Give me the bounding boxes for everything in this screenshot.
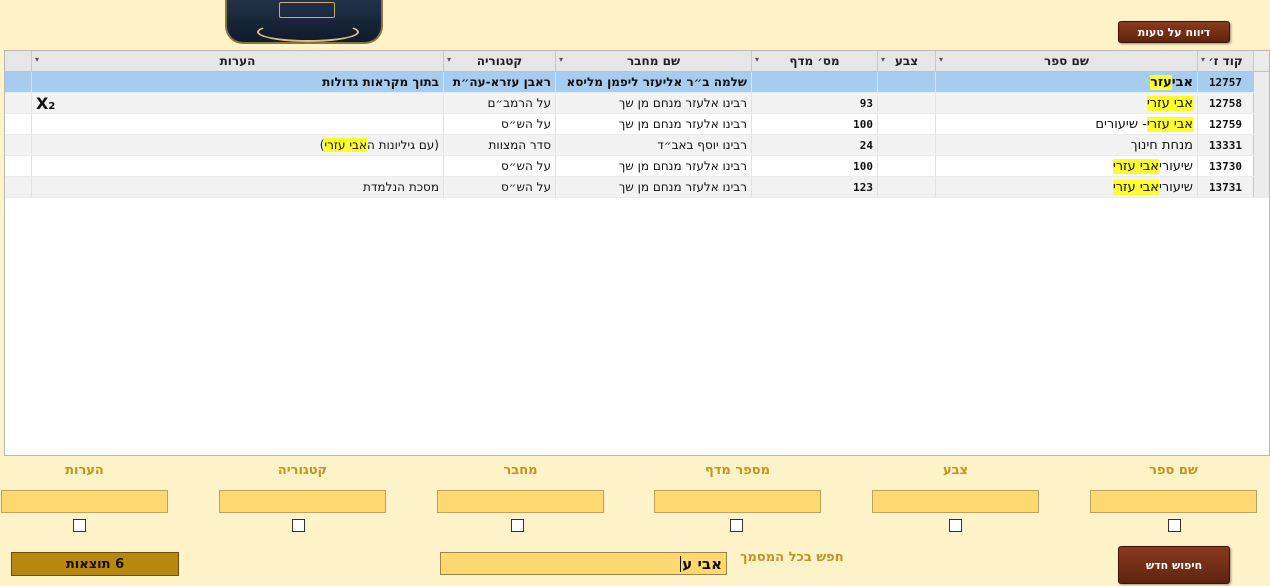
excel-icon[interactable]: X2 bbox=[36, 94, 55, 113]
column-header-author[interactable]: שם מחבר ▾ bbox=[555, 51, 751, 71]
filter-checkbox-color[interactable] bbox=[949, 519, 962, 532]
row-selector[interactable] bbox=[1253, 72, 1269, 92]
notes-cell: X2 bbox=[31, 93, 443, 113]
app-logo bbox=[225, 0, 383, 44]
column-header-code[interactable]: קוד ז׳ ▾ bbox=[1197, 51, 1253, 71]
filter-input-notes[interactable] bbox=[1, 490, 168, 513]
table-header: קוד ז׳ ▾ שם ספר ▾ צבע ▾ מס׳ מדף ▾ שם מחב… bbox=[5, 51, 1269, 72]
row-selector[interactable] bbox=[1253, 93, 1269, 113]
sort-icon[interactable]: ▾ bbox=[1201, 55, 1205, 64]
dropdown-arrow-icon[interactable]: ▾ bbox=[755, 55, 759, 64]
row-selector-header[interactable] bbox=[1253, 51, 1269, 71]
row-selector[interactable] bbox=[1253, 156, 1269, 176]
book-name-cell: אבי עזר bbox=[935, 72, 1197, 92]
row-selector[interactable] bbox=[1253, 114, 1269, 134]
filter-input-category[interactable] bbox=[219, 490, 386, 513]
global-search-input[interactable]: אבי ע bbox=[440, 552, 727, 575]
filter-input-author[interactable] bbox=[437, 490, 604, 513]
filter-label-book: שם ספר bbox=[1149, 463, 1198, 478]
filter-checkbox-category[interactable] bbox=[292, 519, 305, 532]
column-header-category[interactable]: קטגוריה ▾ bbox=[443, 51, 555, 71]
global-search-label: חפש בכל המסמך bbox=[740, 550, 844, 565]
results-table: קוד ז׳ ▾ שם ספר ▾ צבע ▾ מס׳ מדף ▾ שם מחב… bbox=[4, 50, 1270, 456]
table-row[interactable]: 12758 אבי עזרי 93 רבינו אלעזר מנחם מן שך… bbox=[5, 93, 1269, 114]
filter-label-shelf: מספר מדף bbox=[705, 463, 770, 478]
report-error-button[interactable]: דיווח על טעות bbox=[1118, 21, 1230, 43]
results-count: 6 תוצאות bbox=[11, 552, 179, 576]
filter-checkbox-book[interactable] bbox=[1168, 519, 1181, 532]
dropdown-arrow-icon[interactable]: ▾ bbox=[447, 55, 451, 64]
row-selector[interactable] bbox=[1253, 135, 1269, 155]
column-header-book[interactable]: שם ספר ▾ bbox=[935, 51, 1197, 71]
new-search-button[interactable]: חיפוש חדש bbox=[1118, 546, 1230, 584]
table-row[interactable]: 13331 מנחת חינוך 24 רבינו יוסף באב״ד סדר… bbox=[5, 135, 1269, 156]
book-name-cell: שיעורי אבי עזרי bbox=[935, 177, 1197, 197]
row-selector[interactable] bbox=[1253, 177, 1269, 197]
notes-cell: (עם גיליונות ה אבי עזרי) bbox=[31, 135, 443, 155]
filter-checkbox-shelf[interactable] bbox=[730, 519, 743, 532]
book-name-cell: אבי עזרי - שיעורים bbox=[935, 114, 1197, 134]
dropdown-arrow-icon[interactable]: ▾ bbox=[35, 55, 39, 64]
book-name-cell: מנחת חינוך bbox=[935, 135, 1197, 155]
filter-input-book[interactable] bbox=[1090, 490, 1257, 513]
filter-label-category: קטגוריה bbox=[277, 463, 328, 478]
book-name-cell: שיעורי אבי עזרי bbox=[935, 156, 1197, 176]
table-row[interactable]: 13730 שיעורי אבי עזרי 100 רבינו אלעזר מנ… bbox=[5, 156, 1269, 177]
column-header-color[interactable]: צבע ▾ bbox=[877, 51, 935, 71]
table-row[interactable]: 12757 אבי עזר שלמה ב״ר אליעזר ליפמן מליס… bbox=[5, 72, 1269, 93]
filter-checkbox-author[interactable] bbox=[511, 519, 524, 532]
table-row[interactable]: 13731 שיעורי אבי עזרי 123 רבינו אלעזר מנ… bbox=[5, 177, 1269, 198]
filter-label-notes: הערות bbox=[65, 463, 104, 478]
filter-input-shelf[interactable] bbox=[654, 490, 821, 513]
dropdown-arrow-icon[interactable]: ▾ bbox=[881, 55, 885, 64]
filter-checkbox-notes[interactable] bbox=[73, 519, 86, 532]
column-header-shelf[interactable]: מס׳ מדף ▾ bbox=[751, 51, 877, 71]
dropdown-arrow-icon[interactable]: ▾ bbox=[559, 55, 563, 64]
filter-label-author: מחבר bbox=[503, 463, 538, 478]
text-caret bbox=[680, 555, 682, 572]
filter-label-color: צבע bbox=[942, 463, 969, 478]
dropdown-arrow-icon[interactable]: ▾ bbox=[939, 55, 943, 64]
book-name-cell: אבי עזרי bbox=[935, 93, 1197, 113]
filter-input-color[interactable] bbox=[872, 490, 1039, 513]
table-row[interactable]: 12759 אבי עזרי - שיעורים 100 רבינו אלעזר… bbox=[5, 114, 1269, 135]
column-header-notes[interactable]: הערות ▾ bbox=[31, 51, 443, 71]
